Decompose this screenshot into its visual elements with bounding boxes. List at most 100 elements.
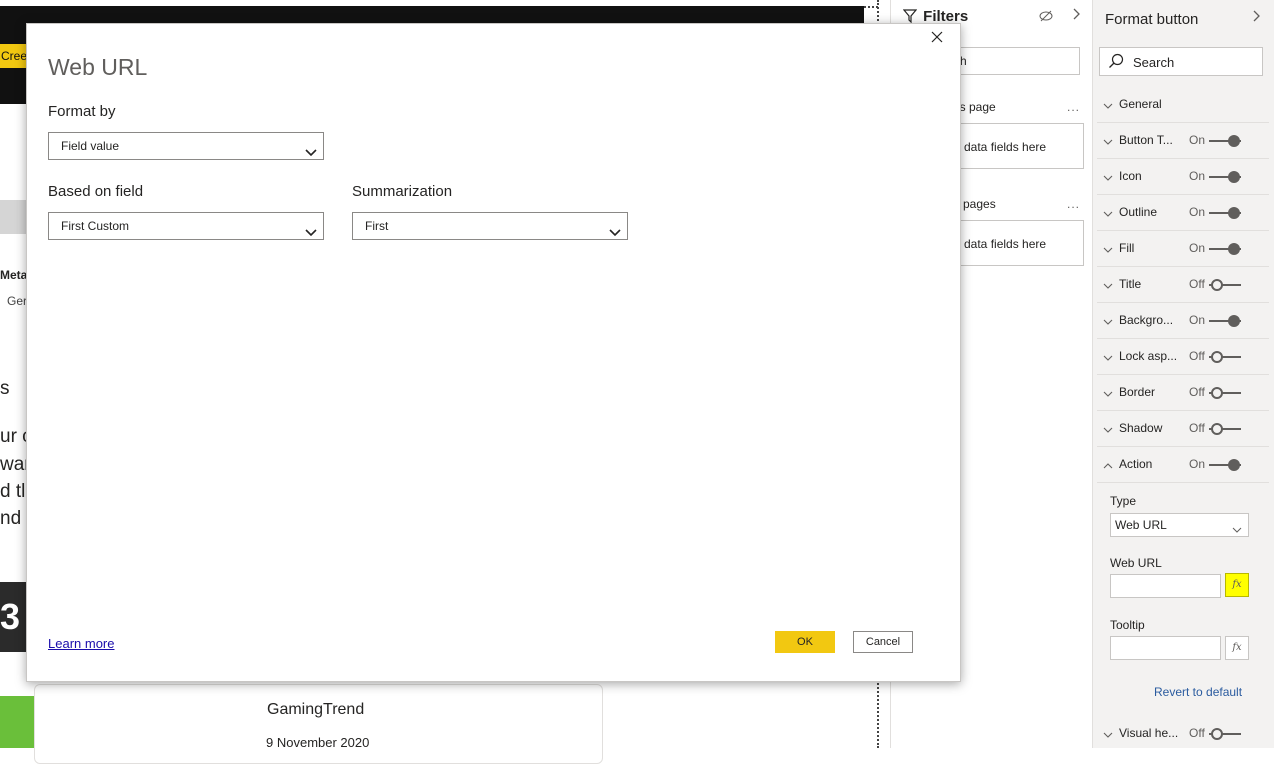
format-row-label: Button T... xyxy=(1119,133,1173,147)
summarization-value: First xyxy=(365,219,389,233)
tooltip-label: Tooltip xyxy=(1110,618,1145,632)
article-card[interactable]: GamingTrend 9 November 2020 xyxy=(34,684,603,764)
toggle-state: On xyxy=(1189,205,1206,219)
format-row-shadow[interactable]: Shadow Off xyxy=(1097,411,1269,447)
type-select-value: Web URL xyxy=(1115,518,1167,532)
based-on-field-select[interactable]: First Custom xyxy=(48,212,324,240)
cancel-button[interactable]: Cancel xyxy=(853,631,913,653)
collapse-format-icon[interactable] xyxy=(1251,9,1261,27)
toggle-state: Off xyxy=(1189,349,1205,363)
based-on-field-value: First Custom xyxy=(61,219,130,233)
chevron-down-icon xyxy=(1103,98,1113,109)
format-row-general[interactable]: General xyxy=(1097,87,1269,123)
toggle-switch[interactable] xyxy=(1209,422,1241,436)
chevron-up-icon xyxy=(1103,458,1113,469)
toggle-switch[interactable] xyxy=(1209,458,1241,472)
format-row-fill[interactable]: Fill On xyxy=(1097,231,1269,267)
tooltip-input[interactable] xyxy=(1110,636,1221,660)
filters-section-page: is page xyxy=(957,100,996,114)
format-pane-title: Format button xyxy=(1105,11,1199,28)
format-row-backgro[interactable]: Backgro... On xyxy=(1097,303,1269,339)
toggle-switch[interactable] xyxy=(1209,170,1241,184)
toggle-switch[interactable] xyxy=(1209,134,1241,148)
chevron-down-icon xyxy=(305,141,317,157)
toggle-switch[interactable] xyxy=(1209,278,1241,292)
toggle-switch[interactable] xyxy=(1209,314,1241,328)
search-icon xyxy=(1108,53,1124,69)
format-row-title[interactable]: Title Off xyxy=(1097,267,1269,303)
format-by-label: Format by xyxy=(48,103,116,120)
format-row-label: Visual he... xyxy=(1119,726,1179,740)
web-url-fx-button[interactable]: fx xyxy=(1225,573,1249,597)
format-row-label: Title xyxy=(1119,277,1142,291)
chevron-down-icon xyxy=(1103,314,1113,325)
ok-button[interactable]: OK xyxy=(775,631,835,653)
format-search-input[interactable]: Search xyxy=(1099,47,1263,76)
chevron-down-icon xyxy=(1103,422,1113,433)
chevron-down-icon xyxy=(609,221,621,237)
web-url-label: Web URL xyxy=(1110,556,1162,570)
chevron-down-icon xyxy=(1232,520,1242,533)
format-row-label: General xyxy=(1119,97,1162,111)
toggle-state: Off xyxy=(1189,726,1205,740)
format-row-button-t[interactable]: Button T... On xyxy=(1097,123,1269,159)
toggle-state: On xyxy=(1189,241,1206,255)
chevron-down-icon xyxy=(1103,386,1113,397)
format-row-border[interactable]: Border Off xyxy=(1097,375,1269,411)
collapse-filters-icon[interactable] xyxy=(1071,7,1081,25)
format-row-label: Shadow xyxy=(1119,421,1163,435)
type-label: Type xyxy=(1110,494,1137,508)
toggle-switch[interactable] xyxy=(1209,206,1241,220)
chevron-down-icon xyxy=(1103,170,1113,181)
format-row-outline[interactable]: Outline On xyxy=(1097,195,1269,231)
web-url-input[interactable] xyxy=(1110,574,1221,598)
format-row-label: Icon xyxy=(1119,169,1142,183)
toggle-state: Off xyxy=(1189,385,1205,399)
format-row-label: Fill xyxy=(1119,241,1135,255)
web-url-dialog: Web URL Format by Field value Based on f… xyxy=(26,23,961,682)
format-by-select[interactable]: Field value xyxy=(48,132,324,160)
chevron-down-icon xyxy=(1103,727,1113,738)
format-row-action[interactable]: Action On xyxy=(1097,447,1269,483)
toggle-switch[interactable] xyxy=(1209,350,1241,364)
close-icon[interactable] xyxy=(930,30,944,44)
format-row-lock-asp[interactable]: Lock asp... Off xyxy=(1097,339,1269,375)
image-tile-green xyxy=(0,696,35,748)
toggle-state: On xyxy=(1189,169,1206,183)
more-options-icon[interactable]: ... xyxy=(1067,100,1080,114)
more-options-icon[interactable]: ... xyxy=(1067,197,1080,211)
format-row-label: Backgro... xyxy=(1119,313,1174,327)
format-row-label: Border xyxy=(1119,385,1156,399)
selection-border xyxy=(864,6,878,8)
format-pane: Format button Search General Button T... O… xyxy=(1092,0,1274,748)
toggle-state: Off xyxy=(1189,277,1205,291)
toggle-state: On xyxy=(1189,313,1206,327)
format-row-label: Lock asp... xyxy=(1119,349,1178,363)
toggle-switch[interactable] xyxy=(1209,727,1241,741)
chevron-down-icon xyxy=(305,221,317,237)
chevron-down-icon xyxy=(1103,278,1113,289)
format-row-visual-header[interactable]: Visual he... Off xyxy=(1097,716,1269,752)
chevron-down-icon xyxy=(1103,242,1113,253)
tooltip-fx-button[interactable]: fx xyxy=(1225,636,1249,660)
chevron-down-icon xyxy=(1103,134,1113,145)
summarization-select[interactable]: First xyxy=(352,212,628,240)
search-placeholder: Search xyxy=(1133,55,1175,70)
chevron-down-icon xyxy=(1103,206,1113,217)
eye-off-icon[interactable] xyxy=(1039,10,1053,25)
toggle-switch[interactable] xyxy=(1209,242,1241,256)
revert-to-default-link[interactable]: Revert to default xyxy=(1154,685,1242,699)
dialog-title: Web URL xyxy=(48,54,148,80)
card-title: GamingTrend xyxy=(267,701,365,718)
format-row-label: Action xyxy=(1119,457,1153,471)
learn-more-link[interactable]: Learn more xyxy=(48,636,114,651)
type-select[interactable]: Web URL xyxy=(1110,513,1249,537)
toggle-state: Off xyxy=(1189,421,1205,435)
toggle-state: On xyxy=(1189,457,1206,471)
format-row-icon[interactable]: Icon On xyxy=(1097,159,1269,195)
toggle-switch[interactable] xyxy=(1209,386,1241,400)
toggle-state: On xyxy=(1189,133,1206,147)
format-row-label: Outline xyxy=(1119,205,1158,219)
based-on-field-label: Based on field xyxy=(48,183,144,200)
chevron-down-icon xyxy=(1103,350,1113,361)
